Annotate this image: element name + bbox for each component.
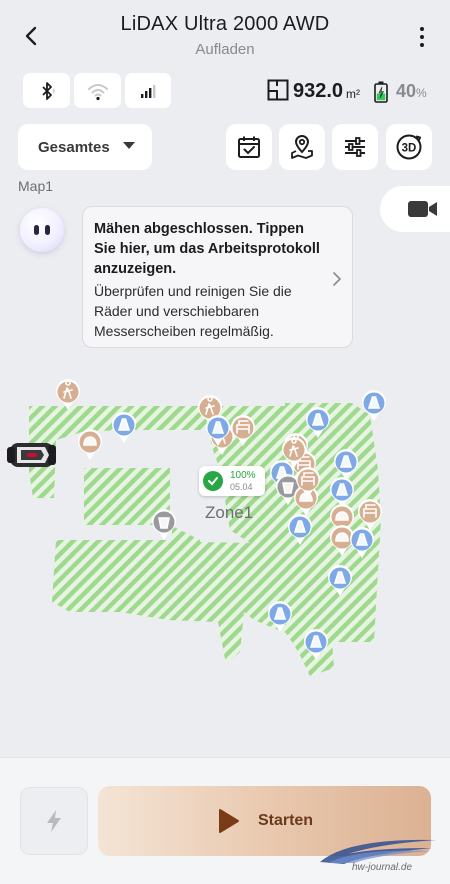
check-icon: [203, 471, 223, 491]
device-title: LiDAX Ultra 2000 AWD: [120, 13, 330, 35]
bluetooth-status[interactable]: [23, 73, 70, 108]
battery-level: 40%: [396, 81, 427, 102]
3d-view-button[interactable]: 3D: [386, 124, 432, 170]
chevron-right-icon: [333, 272, 342, 286]
signal-bars-icon: [141, 84, 156, 98]
bluetooth-icon: [41, 81, 55, 100]
zone-progress-percent: 100%: [230, 469, 256, 481]
watermark-logo: [320, 839, 436, 864]
3d-view-icon: 3D: [396, 134, 422, 160]
eye-icon: [45, 225, 50, 235]
notification-title: Mähen abgeschlossen. Tippen Sie hier, um…: [94, 221, 320, 277]
zone-progress-date: 05.04: [230, 481, 253, 492]
battery-icon: [374, 81, 388, 103]
more-options-button[interactable]: [412, 22, 432, 52]
recharge-button[interactable]: [20, 787, 88, 855]
zone-label: Zone1: [205, 503, 254, 522]
obstacle-marker-cone: [305, 407, 330, 438]
device-status: Aufladen: [195, 41, 255, 58]
obstacle-marker-cone: [334, 449, 359, 480]
map-area-select[interactable]: Gesamtes: [18, 124, 152, 170]
mowed-area-unit: m²: [346, 87, 360, 101]
obstacle-markers: [56, 379, 386, 660]
work-log-notification[interactable]: Mähen abgeschlossen. Tippen Sie hier, um…: [82, 206, 353, 348]
dot-icon: [420, 27, 424, 31]
video-camera-icon: [408, 201, 437, 217]
cellular-status[interactable]: [125, 73, 171, 108]
obstacle-marker-cone: [288, 514, 313, 545]
map-pin-icon: [291, 135, 313, 159]
eye-icon: [34, 225, 39, 235]
wifi-icon: [87, 83, 108, 100]
area-icon: [267, 79, 289, 101]
obstacle-marker-cone: [112, 412, 136, 443]
start-label: Starten: [257, 812, 314, 829]
dot-icon: [420, 35, 424, 39]
mowed-area-value: 932.0: [293, 80, 344, 102]
schedule-button[interactable]: [226, 124, 272, 170]
lightning-icon: [47, 810, 61, 832]
map-name: Map1: [18, 178, 54, 194]
battery-value: 40: [396, 81, 417, 101]
assistant-avatar[interactable]: [20, 208, 64, 252]
calendar-check-icon: [238, 136, 260, 158]
dot-icon: [420, 43, 424, 47]
map-select-label: Gesamtes: [38, 138, 110, 156]
obstacle-marker-bucket: [152, 509, 176, 540]
obstacle-marker-cone: [328, 565, 352, 596]
zone-progress[interactable]: 100% 05.04: [199, 466, 265, 496]
settings-button[interactable]: [332, 124, 378, 170]
play-icon: [218, 809, 239, 833]
obstacle-marker-chair: [231, 415, 255, 446]
obstacle-marker-cone: [329, 477, 354, 508]
obstacle-marker-cone: [268, 601, 292, 632]
camera-button[interactable]: [380, 186, 450, 232]
caret-down-icon: [123, 142, 135, 149]
watermark-text: hw-journal.de: [352, 862, 413, 873]
mower-icon[interactable]: [7, 437, 57, 471]
obstacle-marker-chair: [357, 499, 382, 530]
location-button[interactable]: [279, 124, 325, 170]
sliders-icon: [345, 137, 365, 157]
obstacle-marker-person: [56, 379, 80, 410]
battery-unit: %: [416, 86, 427, 100]
obstacle-marker-cone: [350, 527, 375, 558]
obstacle-marker-cone: [361, 390, 386, 421]
obstacle-marker-hedgehog: [78, 429, 102, 460]
wifi-status[interactable]: [74, 73, 121, 108]
notification-body: Überprüfen und reinigen Sie die Räder un…: [94, 283, 292, 339]
obstacle-marker-cone: [304, 629, 328, 660]
svg-text:3D: 3D: [402, 143, 417, 155]
